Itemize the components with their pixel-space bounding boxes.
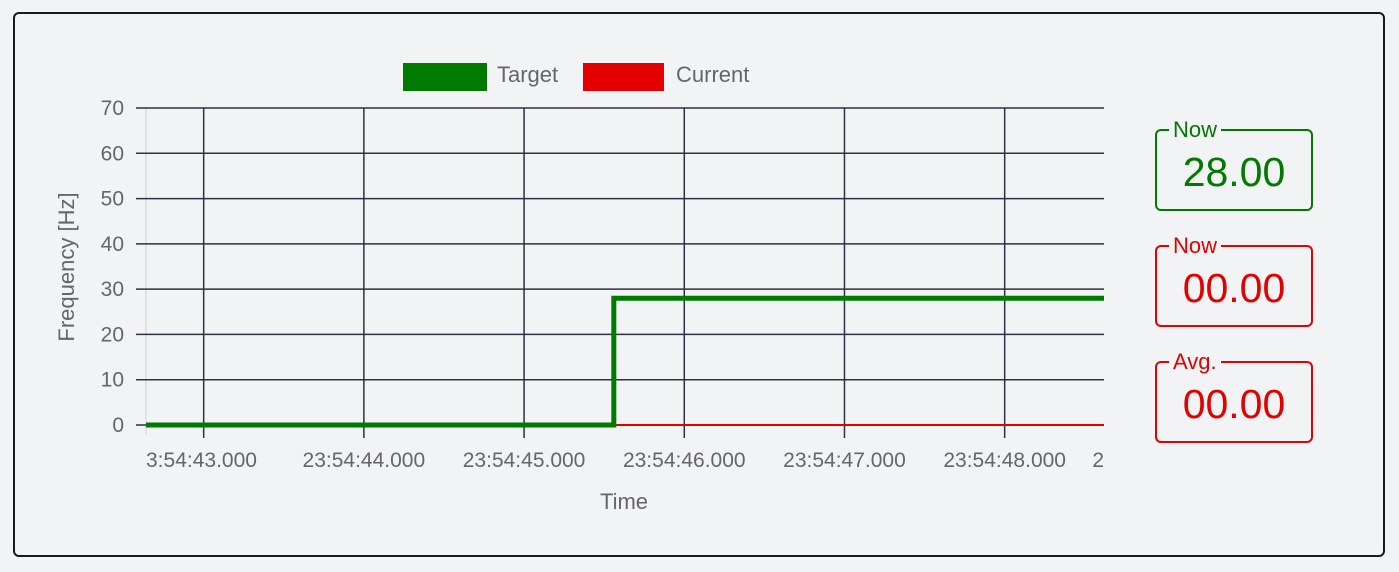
- y-tick-label: 60: [101, 142, 124, 165]
- y-tick-label: 40: [101, 233, 124, 256]
- readout-current-now: Now 00.00: [1155, 233, 1313, 327]
- y-tick-label: 20: [101, 323, 124, 346]
- legend-target-label[interactable]: Target: [497, 62, 558, 87]
- readout-target-now-label: Now: [1169, 117, 1222, 143]
- readout-current-now-label: Now: [1169, 233, 1222, 259]
- x-tick-label: 3:54:43.000: [146, 449, 257, 472]
- x-tick-label: 23:54:45.000: [463, 449, 586, 472]
- x-tick-label: 23:54:47.000: [783, 449, 906, 472]
- y-tick-label: 10: [101, 369, 124, 392]
- readout-target-now: Now 28.00: [1155, 117, 1313, 211]
- y-tick-label: 70: [101, 97, 124, 120]
- x-ticks: 3:54:43.000 23:54:44.000 23:54:45.000 23:54…: [146, 449, 1104, 472]
- y-tick-label: 50: [101, 188, 124, 211]
- legend-current-label[interactable]: Current: [676, 62, 749, 87]
- x-tick-label: 23:54:44.000: [303, 449, 426, 472]
- y-tick-label: 0: [112, 414, 124, 437]
- series-line-target: [146, 295, 1104, 428]
- x-tick-label: 2: [1092, 449, 1104, 472]
- readout-target-now-value: 28.00: [1182, 149, 1286, 195]
- legend-target-swatch[interactable]: [403, 63, 487, 91]
- x-axis-title: Time: [600, 489, 648, 514]
- frequency-chart: 0 10 20 30 40 50 60 70 3:54:43.000 23:54:44.000 2…: [54, 62, 1104, 514]
- readout-current-avg: Avg. 00.00: [1155, 349, 1313, 443]
- readout-current-now-value: 00.00: [1182, 265, 1286, 311]
- x-tick-label: 23:54:48.000: [943, 449, 1066, 472]
- legend[interactable]: Target Current: [403, 62, 749, 91]
- y-axis-title: Frequency [Hz]: [54, 192, 79, 341]
- y-tick-label: 30: [101, 278, 124, 301]
- grid: [136, 107, 1104, 438]
- y-ticks: 0 10 20 30 40 50 60 70: [101, 97, 124, 437]
- readout-current-avg-value: 00.00: [1182, 381, 1286, 427]
- legend-current-swatch[interactable]: [583, 63, 664, 91]
- series: [146, 295, 1104, 428]
- x-tick-label: 23:54:46.000: [623, 449, 746, 472]
- readout-current-avg-label: Avg.: [1169, 349, 1221, 375]
